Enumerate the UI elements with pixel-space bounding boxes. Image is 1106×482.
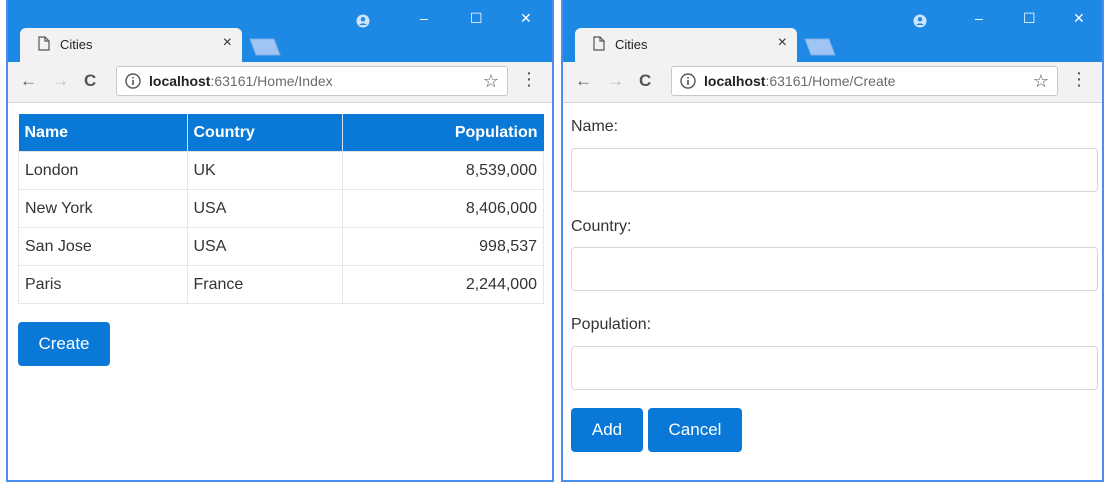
table-header-row: Name Country Population (18, 114, 544, 152)
population-label: Population: (571, 316, 652, 333)
url-host: localhost (704, 73, 766, 89)
table-row: New York USA 8,406,000 (18, 189, 544, 228)
table-cell: France (186, 265, 343, 304)
create-button[interactable]: Create (18, 322, 110, 366)
document-icon (593, 36, 605, 51)
table-cell: UK (186, 151, 343, 190)
new-tab-icon[interactable] (803, 38, 837, 56)
browser-window-index: Cities × – ☐ ✕ ← → C localhost:63161/Hom… (6, 0, 554, 482)
title-bar: Cities × – ☐ ✕ (8, 0, 552, 62)
maximize-button[interactable]: ☐ (1023, 10, 1036, 27)
add-button[interactable]: Add (571, 408, 643, 452)
name-field[interactable] (571, 148, 1098, 192)
menu-icon[interactable]: ⋮ (520, 70, 538, 88)
table-cell: 2,244,000 (341, 265, 544, 304)
new-tab-icon[interactable] (248, 38, 282, 56)
tab-title: Cities (615, 37, 648, 52)
window-close-button[interactable]: ✕ (520, 10, 532, 27)
table-row: Paris France 2,244,000 (18, 265, 544, 304)
country-label: Country: (571, 218, 632, 235)
browser-tab[interactable]: Cities × (575, 28, 797, 62)
population-field[interactable] (571, 346, 1098, 390)
browser-tab[interactable]: Cities × (20, 28, 242, 62)
table-cell: USA (186, 227, 343, 266)
table-cell: 998,537 (341, 227, 544, 266)
forward-button[interactable]: → (52, 71, 69, 91)
country-input[interactable] (572, 248, 1097, 290)
name-label: Name: (571, 118, 619, 135)
menu-icon[interactable]: ⋮ (1070, 70, 1088, 88)
info-icon[interactable] (125, 73, 141, 89)
column-header-name: Name (18, 114, 188, 152)
url-host: localhost (149, 73, 211, 89)
reload-button[interactable]: C (639, 71, 651, 91)
title-bar: Cities × – ☐ ✕ (563, 0, 1102, 62)
tab-title: Cities (60, 37, 93, 52)
url-text: localhost:63161/Home/Index (149, 73, 333, 89)
table-cell: San Jose (18, 227, 188, 266)
column-header-country: Country (187, 114, 343, 152)
account-icon[interactable] (356, 14, 370, 28)
url-text: localhost:63161/Home/Create (704, 73, 895, 89)
back-button[interactable]: ← (575, 71, 592, 91)
address-bar[interactable]: localhost:63161/Home/Index ☆ (116, 66, 508, 96)
document-icon (38, 36, 50, 51)
star-icon[interactable]: ☆ (483, 71, 499, 92)
tab-close-icon[interactable]: × (223, 34, 232, 52)
info-icon[interactable] (680, 73, 696, 89)
star-icon[interactable]: ☆ (1033, 71, 1049, 92)
browser-toolbar: ← → C localhost:63161/Home/Create ☆ ⋮ (563, 62, 1102, 103)
table-row: San Jose USA 998,537 (18, 227, 544, 266)
window-close-button[interactable]: ✕ (1073, 10, 1085, 27)
back-button[interactable]: ← (20, 71, 37, 91)
table-cell: 8,406,000 (341, 189, 544, 228)
url-path: :63161/Home/Create (765, 73, 896, 89)
country-field[interactable] (571, 247, 1098, 291)
name-input[interactable] (572, 149, 1097, 191)
account-icon[interactable] (913, 14, 927, 28)
tab-close-icon[interactable]: × (778, 34, 787, 52)
cancel-button[interactable]: Cancel (648, 408, 742, 452)
browser-window-create: Cities × – ☐ ✕ ← → C localhost:63161/Hom… (561, 0, 1104, 482)
column-header-population: Population (342, 114, 544, 152)
population-input[interactable] (572, 347, 1097, 389)
url-path: :63161/Home/Index (210, 73, 333, 89)
cities-table: Name Country Population London UK 8,539,… (18, 114, 544, 304)
table-cell: 8,539,000 (341, 151, 544, 190)
maximize-button[interactable]: ☐ (470, 10, 483, 27)
minimize-button[interactable]: – (975, 10, 983, 26)
table-cell: New York (18, 189, 188, 228)
table-row: London UK 8,539,000 (18, 151, 544, 190)
table-cell: London (18, 151, 188, 190)
minimize-button[interactable]: – (420, 10, 428, 26)
table-cell: USA (186, 189, 343, 228)
forward-button[interactable]: → (607, 71, 624, 91)
browser-toolbar: ← → C localhost:63161/Home/Index ☆ ⋮ (8, 62, 552, 103)
address-bar[interactable]: localhost:63161/Home/Create ☆ (671, 66, 1058, 96)
reload-button[interactable]: C (84, 71, 96, 91)
table-cell: Paris (18, 265, 188, 304)
